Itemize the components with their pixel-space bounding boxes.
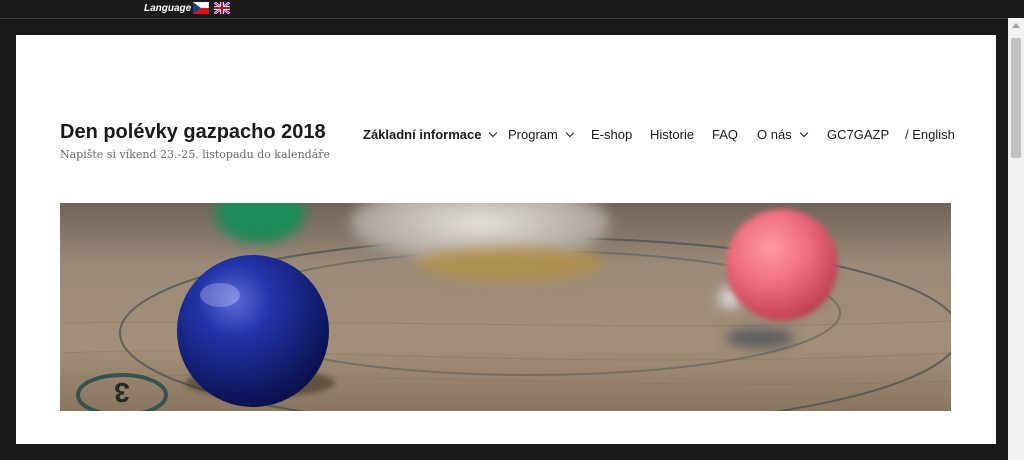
nav-item-label: GC7GAZP: [827, 127, 890, 142]
svg-text:3: 3: [114, 377, 130, 408]
uk-flag-icon[interactable]: [214, 2, 230, 14]
nav-item-gc7gazp[interactable]: GC7GAZP: [827, 127, 889, 142]
language-label: Language: [144, 3, 192, 14]
chevron-down-icon: [565, 128, 575, 137]
nav-item-label: FAQ: [712, 127, 739, 142]
nav-item-label: O nás: [757, 127, 792, 142]
nav-item-o-nas[interactable]: O nás: [757, 127, 808, 142]
header-image: 3: [60, 203, 951, 411]
nav-item-zakladni-informace[interactable]: Základní informace: [363, 127, 498, 142]
language-bar: Language: [0, 0, 1024, 19]
nav-item-historie[interactable]: Historie: [650, 127, 694, 142]
nav-item-label: Historie: [650, 127, 695, 142]
scroll-thumb[interactable]: [1011, 38, 1021, 158]
nav-item-label: / English: [905, 127, 955, 142]
scroll-up-arrow-icon[interactable]: [1012, 23, 1020, 28]
nav-item-label: Program: [508, 127, 558, 142]
site-container: Den polévky gazpacho 2018 Napište si vík…: [16, 35, 996, 444]
page-scrollbar[interactable]: [1008, 18, 1024, 460]
nav-item-e-shop[interactable]: E-shop: [591, 127, 632, 142]
site-tagline: Napište si víkend 23.-25. listopadu do k…: [60, 148, 331, 161]
header-image-graphic: 3: [60, 203, 951, 411]
chevron-down-icon: [799, 128, 808, 137]
nav-item-english[interactable]: / English: [905, 127, 955, 142]
czech-flag-icon[interactable]: [193, 2, 209, 14]
nav-item-label: Základní informace: [363, 127, 482, 142]
chevron-down-icon: [489, 128, 498, 137]
nav-item-program[interactable]: Program: [508, 127, 575, 142]
site-title[interactable]: Den polévky gazpacho 2018: [60, 121, 326, 144]
nav-item-faq[interactable]: FAQ: [712, 127, 738, 142]
nav-item-label: E-shop: [591, 127, 633, 142]
